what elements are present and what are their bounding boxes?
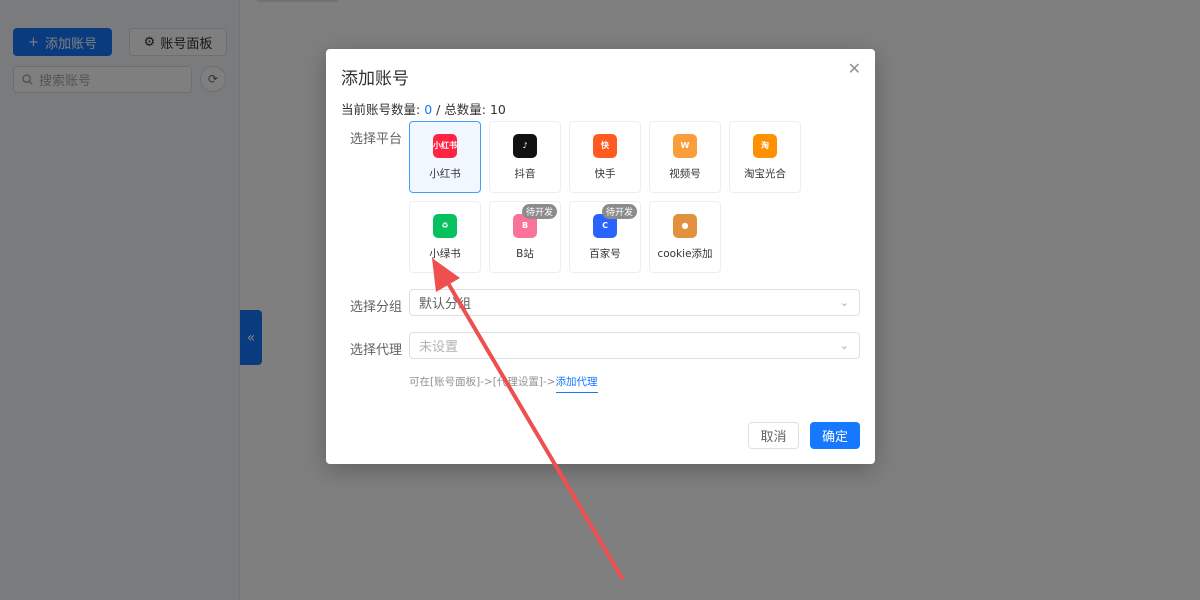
annotation-arrow — [432, 258, 624, 580]
